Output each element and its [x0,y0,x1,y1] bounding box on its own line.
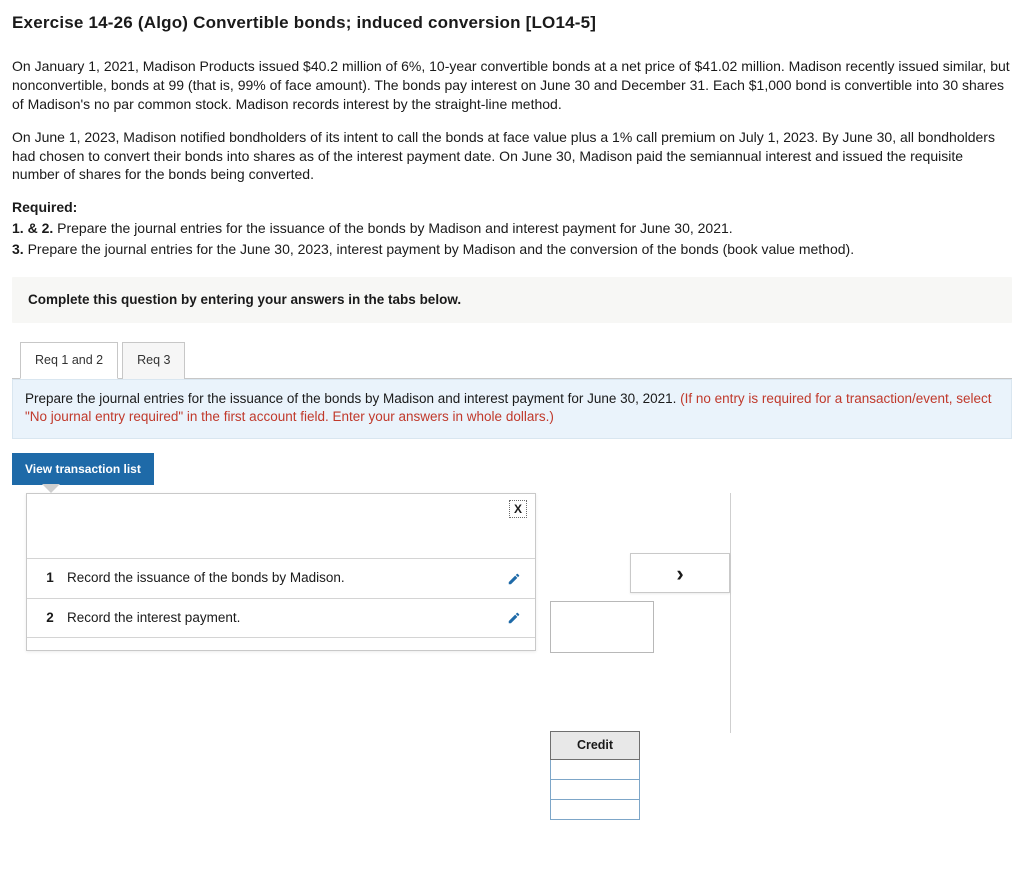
credit-column: Credit [550,731,640,820]
required-text-2: Prepare the journal entries for the June… [28,241,855,257]
pencil-icon[interactable] [505,570,523,588]
credit-cell[interactable] [550,780,640,800]
required-text-1: Prepare the journal entries for the issu… [57,220,733,236]
transaction-text: Record the issuance of the bonds by Madi… [61,569,505,587]
transaction-number: 1 [39,569,61,587]
tab-strip: Req 1 and 2 Req 3 [12,341,1012,379]
exercise-title: Exercise 14-26 (Algo) Convertible bonds;… [12,12,1012,35]
tab-instruction-note: Prepare the journal entries for the issu… [12,379,1012,439]
required-block: Required: 1. & 2. Prepare the journal en… [12,198,1012,259]
tab-note-text: Prepare the journal entries for the issu… [25,391,680,406]
instruction-bar: Complete this question by entering your … [12,277,1012,323]
work-area: X 1 Record the issuance of the bonds by … [12,493,1012,803]
credit-header: Credit [550,731,640,760]
answer-input[interactable] [550,601,654,653]
pencil-icon[interactable] [505,609,523,627]
transaction-row[interactable]: 2 Record the interest payment. [27,598,535,638]
paragraph-1: On January 1, 2021, Madison Products iss… [12,57,1012,114]
required-prefix-1: 1. & 2. [12,220,57,236]
transaction-number: 2 [39,609,61,627]
required-line-1: 1. & 2. Prepare the journal entries for … [12,219,1012,238]
tab-req-3[interactable]: Req 3 [122,342,185,379]
tab-req-1-2[interactable]: Req 1 and 2 [20,342,118,379]
required-label: Required: [12,198,1012,217]
view-transaction-list-button[interactable]: View transaction list [12,453,154,485]
required-prefix-2: 3. [12,241,28,257]
transaction-row[interactable]: 1 Record the issuance of the bonds by Ma… [27,558,535,597]
credit-cell[interactable] [550,760,640,780]
panel-divider [730,493,731,733]
credit-cell[interactable] [550,800,640,820]
required-line-2: 3. Prepare the journal entries for the J… [12,240,1012,259]
transaction-text: Record the interest payment. [61,609,505,627]
next-button[interactable]: › [630,553,730,593]
transaction-card: X 1 Record the issuance of the bonds by … [26,493,536,650]
close-icon[interactable]: X [509,500,527,518]
paragraph-2: On June 1, 2023, Madison notified bondho… [12,128,1012,185]
chevron-right-icon: › [676,559,683,589]
